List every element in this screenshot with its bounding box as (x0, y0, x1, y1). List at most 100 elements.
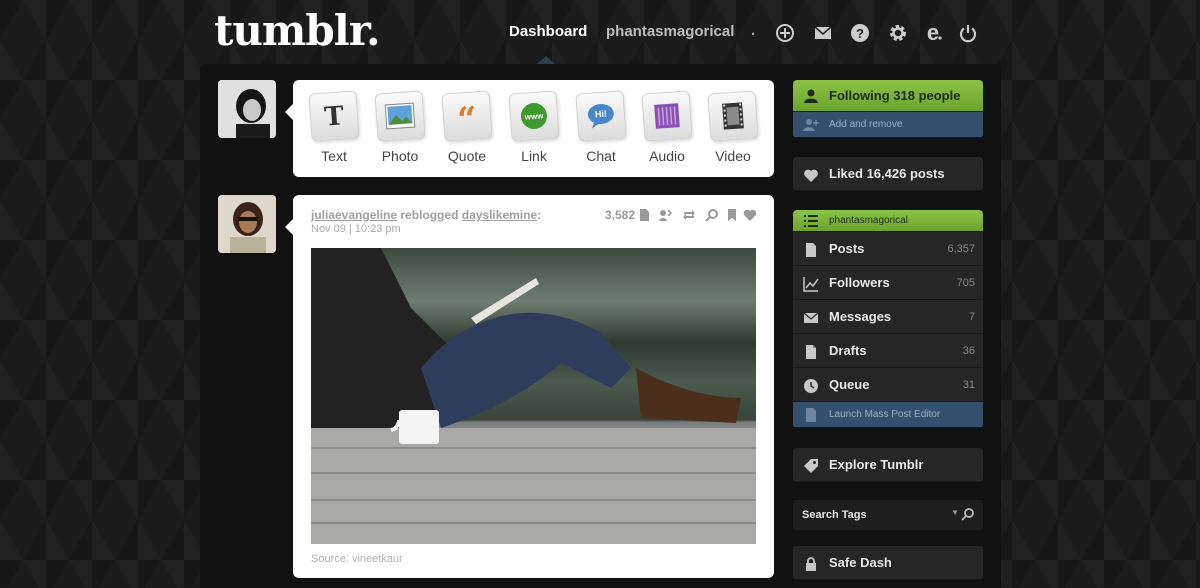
text-icon: T (308, 90, 360, 142)
following-block: Following 318 people Add and remove (793, 80, 983, 138)
liked-block: Liked 16,426 posts (793, 157, 983, 191)
sidebar-item-label: Posts (829, 241, 865, 256)
e-icon[interactable]: e (922, 22, 944, 44)
heart-icon[interactable] (743, 208, 757, 222)
post-author-link[interactable]: juliaevangeline (311, 208, 397, 222)
chat-icon: Hi! (575, 90, 627, 142)
share-icon[interactable] (658, 208, 673, 222)
post-type-chat[interactable]: Hi! Chat (571, 90, 631, 164)
nav-active-caret (537, 56, 555, 64)
bookmark-icon[interactable] (725, 208, 739, 222)
sidebar-item-count: 705 (956, 276, 975, 289)
photo-icon (374, 90, 426, 142)
plus-circle-icon[interactable] (774, 22, 796, 44)
safe-dash-block: Safe Dash (793, 546, 983, 580)
power-icon[interactable] (957, 22, 979, 44)
post-type-label: Chat (586, 148, 616, 164)
chart-icon (803, 276, 819, 292)
search-dropdown-arrow[interactable]: ▼ (951, 508, 959, 517)
sidebar-item-label: Drafts (829, 343, 867, 358)
post-type-label: Photo (381, 148, 419, 164)
julia-avatar[interactable] (218, 195, 276, 253)
list-icon (803, 213, 819, 229)
explore-label: Explore Tumblr (829, 457, 924, 472)
post-source[interactable]: Source: vineetkaur (311, 553, 403, 565)
post-type-label: Text (321, 148, 347, 164)
post-type-photo[interactable]: Photo (370, 90, 430, 164)
safe-dash-label: Safe Dash (829, 555, 892, 570)
lock-icon (803, 556, 819, 572)
link-icon: www (508, 90, 560, 142)
post-source-blog-link[interactable]: dayslikemine (462, 208, 537, 222)
post-type-label: Quote (447, 148, 487, 164)
draft-icon (803, 344, 819, 360)
document-icon (803, 407, 819, 423)
sidebar-item-posts[interactable]: Posts 6,357 (793, 232, 983, 266)
search-icon[interactable] (705, 208, 719, 222)
nav-dashboard[interactable]: Dashboard (509, 23, 587, 40)
safe-dash-button[interactable]: Safe Dash (793, 546, 983, 580)
mail-icon[interactable] (812, 22, 834, 44)
svg-text:e: e (927, 23, 939, 43)
sidebar-item-drafts[interactable]: Drafts 36 (793, 334, 983, 368)
sidebar-item-queue[interactable]: Queue 31 (793, 368, 983, 402)
post-type-text[interactable]: T Text (304, 90, 364, 164)
heart-icon (803, 167, 819, 183)
post-type-video[interactable]: Video (703, 90, 763, 164)
sidebar-item-count: 31 (962, 378, 975, 391)
post-notes-count[interactable]: 3,582 (605, 208, 635, 222)
new-post-box: T Text Photo “ Quote www Link Hi! Chat A… (285, 80, 774, 177)
post-type-label: Link (521, 148, 547, 164)
explore-button[interactable]: Explore Tumblr (793, 448, 983, 482)
post-photo[interactable] (311, 248, 756, 544)
notes-document-icon[interactable] (637, 208, 651, 222)
add-remove-button[interactable]: Add and remove (793, 112, 983, 138)
following-button[interactable]: Following 318 people (793, 80, 983, 112)
sidebar-item-messages[interactable]: Messages 7 (793, 300, 983, 334)
post-type-label: Video (715, 148, 751, 164)
gear-icon[interactable] (887, 22, 909, 44)
nav-blog[interactable]: phantasmagorical (606, 23, 734, 40)
sidebar-item-count: 7 (968, 310, 975, 323)
post-type-audio[interactable]: Audio (637, 90, 697, 164)
post-type-quote[interactable]: “ Quote (437, 90, 497, 164)
blog-name-label: phantasmagorical (829, 215, 908, 226)
add-remove-label: Add and remove (829, 119, 903, 130)
blog-name-bar[interactable]: phantasmagorical (793, 210, 983, 232)
sidebar-item-label: Queue (829, 377, 870, 392)
search-tags-input[interactable]: Search Tags ▼ (793, 500, 983, 530)
post-header-colon: : (537, 208, 542, 222)
post-type-link[interactable]: www Link (504, 90, 564, 164)
mass-editor-label: Launch Mass Post Editor (829, 409, 941, 420)
search-icon[interactable] (961, 507, 975, 521)
video-icon (707, 90, 759, 142)
mass-post-editor-button[interactable]: Launch Mass Post Editor (793, 402, 983, 428)
post-card: juliaevangeline reblogged dayslikemine: … (285, 195, 774, 578)
nav-separator: . (751, 22, 756, 39)
sidebar-item-followers[interactable]: Followers 705 (793, 266, 983, 300)
tumblr-logo[interactable]: tumblr. (214, 6, 381, 55)
svg-text:?: ? (856, 26, 864, 41)
sidebar-item-label: Followers (829, 275, 890, 290)
reblog-icon[interactable] (682, 208, 696, 222)
mail-icon (803, 310, 819, 326)
document-icon (803, 242, 819, 258)
tag-icon (803, 458, 819, 474)
search-tags-label: Search Tags (802, 509, 867, 521)
my-avatar[interactable] (218, 80, 276, 138)
sidebar-item-count: 36 (962, 344, 975, 357)
help-icon[interactable]: ? (849, 22, 871, 44)
explore-block: Explore Tumblr (793, 448, 983, 482)
sidebar-item-label: Messages (829, 309, 892, 324)
post-type-label: Audio (649, 148, 685, 164)
post-date: Nov 09 | 10:23 pm (311, 223, 401, 235)
post-header: juliaevangeline reblogged dayslikemine: (311, 208, 541, 222)
quote-icon: “ (441, 90, 493, 142)
liked-posts-button[interactable]: Liked 16,426 posts (793, 157, 983, 191)
svg-text:“: “ (456, 100, 478, 132)
person-icon (803, 88, 819, 104)
blog-menu: phantasmagorical Posts 6,357 Followers 7… (793, 210, 983, 428)
audio-icon (641, 90, 693, 142)
svg-text:Hi!: Hi! (595, 109, 608, 120)
sidebar-item-count: 6,357 (947, 242, 975, 255)
